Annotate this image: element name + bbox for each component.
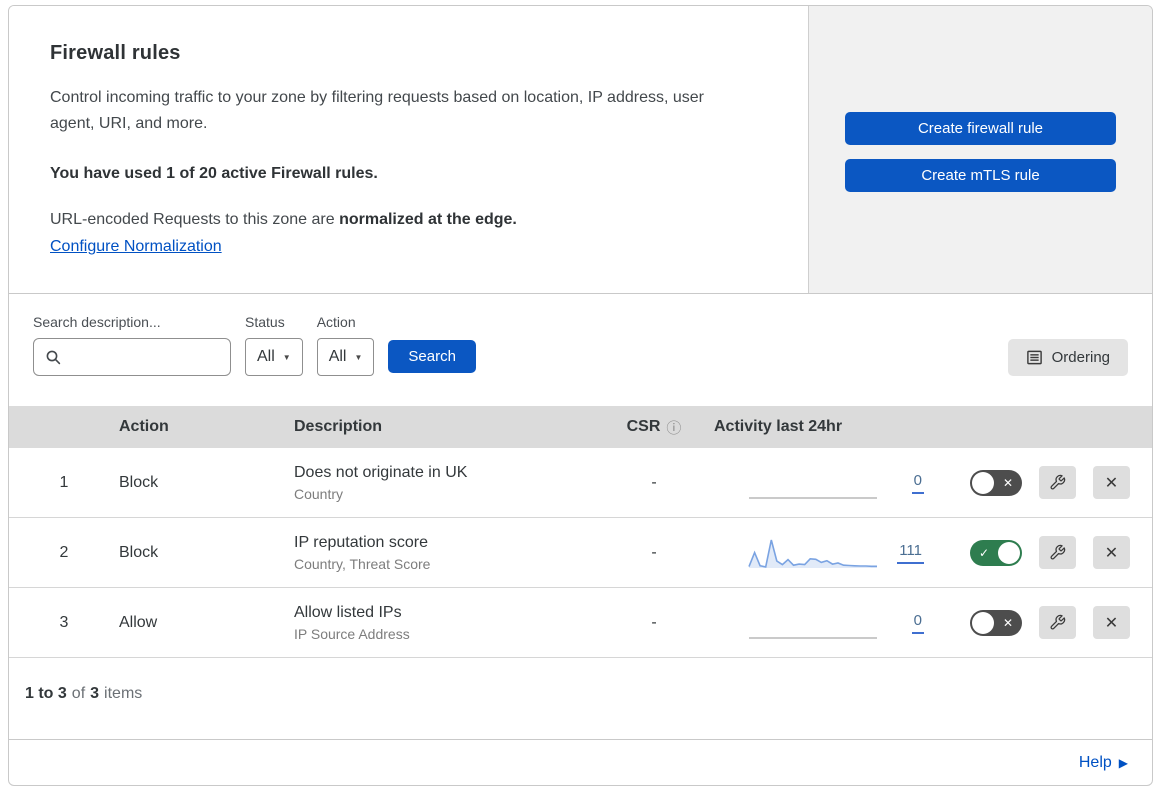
ordering-button[interactable]: Ordering <box>1007 339 1128 376</box>
wrench-icon <box>1050 474 1066 490</box>
search-label: Search description... <box>33 314 161 330</box>
rule-activity-cell: 0 <box>714 605 964 641</box>
status-dropdown[interactable]: All ▼ <box>245 338 303 376</box>
activity-count-link[interactable]: 0 <box>911 472 924 494</box>
rule-description-cell: Does not originate in UK Country <box>294 464 594 502</box>
filter-bar: Search description... Status All ▼ Actio… <box>9 294 1152 398</box>
rule-priority: 3 <box>59 613 69 631</box>
help-row: Help ▶ <box>9 739 1152 785</box>
rule-activity-cell: 111 <box>714 535 964 571</box>
table-body: 1 Block Does not originate in UK Country… <box>9 448 1152 658</box>
wrench-icon <box>1050 614 1066 630</box>
activity-count-link[interactable]: 111 <box>897 542 924 564</box>
search-button[interactable]: Search <box>388 340 476 373</box>
activity-count-link[interactable]: 0 <box>911 612 924 634</box>
pagination-range: 1 to 3 <box>25 685 67 702</box>
rule-controls: ✓ ✕ ✕ <box>964 606 1152 639</box>
table-row: 3 Allow Allow listed IPs IP Source Addre… <box>9 588 1152 658</box>
normalization-note: URL-encoded Requests to this zone are no… <box>50 210 517 228</box>
edit-rule-button[interactable] <box>1039 536 1076 569</box>
delete-rule-button[interactable]: ✕ <box>1093 606 1130 639</box>
search-icon <box>46 350 61 365</box>
help-link[interactable]: Help ▶ <box>1079 754 1128 772</box>
activity-sparkline <box>749 496 877 499</box>
edit-rule-button[interactable] <box>1039 606 1076 639</box>
delete-rule-button[interactable]: ✕ <box>1093 536 1130 569</box>
toggle-knob <box>972 471 994 494</box>
rule-csr-value: - <box>651 613 657 631</box>
pagination-total: 3 <box>90 685 100 702</box>
info-icon[interactable]: ⓘ <box>666 417 681 438</box>
rule-description-title: IP reputation score <box>294 533 429 551</box>
toggle-knob <box>998 541 1020 564</box>
action-dropdown[interactable]: All ▼ <box>316 338 375 376</box>
rule-controls: ✓ ✕ ✕ <box>964 536 1152 569</box>
header-section: Firewall rules Control incoming traffic … <box>9 6 1152 294</box>
delete-icon: ✕ <box>1104 474 1119 492</box>
header-text-block: Firewall rules Control incoming traffic … <box>9 6 808 293</box>
search-group: Search description... <box>33 314 231 376</box>
page-description: Control incoming traffic to your zone by… <box>50 89 704 132</box>
rule-match-fields: Country <box>294 485 344 502</box>
ordering-icon <box>1026 350 1042 365</box>
wrench-icon <box>1050 544 1066 560</box>
delete-icon: ✕ <box>1104 614 1119 632</box>
activity-sparkline <box>749 636 877 639</box>
delete-rule-button[interactable]: ✕ <box>1093 466 1130 499</box>
rule-enabled-toggle[interactable]: ✓ ✕ <box>970 539 1022 566</box>
create-firewall-rule-button[interactable]: Create firewall rule <box>845 112 1116 145</box>
rule-activity-cell: 0 <box>714 465 964 501</box>
toggle-knob <box>972 611 994 634</box>
rule-priority: 1 <box>59 473 69 491</box>
edit-rule-button[interactable] <box>1039 466 1076 499</box>
status-filter-group: Status All ▼ <box>245 314 303 376</box>
rule-action: Block <box>119 543 159 561</box>
help-arrow-icon: ▶ <box>1118 756 1128 770</box>
column-description: Description <box>294 418 383 435</box>
ordering-button-label: Ordering <box>1051 349 1110 366</box>
rule-priority: 2 <box>59 543 69 561</box>
column-action: Action <box>119 418 169 435</box>
column-csr: CSR ⓘ <box>626 417 682 438</box>
chevron-down-icon: ▼ <box>354 353 363 362</box>
table-row: 2 Block IP reputation score Country, Thr… <box>9 518 1152 588</box>
rule-match-fields: Country, Threat Score <box>294 555 431 572</box>
rule-description-title: Does not originate in UK <box>294 463 468 481</box>
chevron-down-icon: ▼ <box>282 353 291 362</box>
firewall-rules-panel: Firewall rules Control incoming traffic … <box>8 5 1153 786</box>
rule-description-cell: Allow listed IPs IP Source Address <box>294 604 594 642</box>
toggle-check-icon: ✓ <box>979 545 990 560</box>
page-title: Firewall rules <box>50 42 181 64</box>
table-header: Action Description CSR ⓘ Activity last 2… <box>9 406 1152 448</box>
action-label: Action <box>316 314 356 330</box>
rule-csr-value: - <box>651 473 657 491</box>
rule-action: Allow <box>119 613 158 631</box>
actions-panel: Create firewall rule Create mTLS rule <box>808 6 1152 293</box>
rule-action: Block <box>119 473 159 491</box>
rule-enabled-toggle[interactable]: ✓ ✕ <box>970 469 1022 496</box>
usage-note: You have used 1 of 20 active Firewall ru… <box>50 164 378 182</box>
rule-description-cell: IP reputation score Country, Threat Scor… <box>294 534 594 572</box>
status-label: Status <box>245 314 285 330</box>
create-mtls-rule-button[interactable]: Create mTLS rule <box>845 159 1116 192</box>
pagination-summary: 1 to 3 of 3 items <box>25 685 143 702</box>
rule-csr-value: - <box>651 543 657 561</box>
toggle-cross-icon: ✕ <box>1002 475 1013 490</box>
rule-match-fields: IP Source Address <box>294 625 410 642</box>
configure-normalization-link[interactable]: Configure Normalization <box>50 238 222 256</box>
action-dropdown-value: All <box>328 348 347 365</box>
activity-sparkline <box>748 539 877 568</box>
table-row: 1 Block Does not originate in UK Country… <box>9 448 1152 518</box>
rule-description-title: Allow listed IPs <box>294 603 402 621</box>
rule-enabled-toggle[interactable]: ✓ ✕ <box>970 609 1022 636</box>
column-activity: Activity last 24hr <box>714 418 843 435</box>
toggle-cross-icon: ✕ <box>1002 615 1013 630</box>
status-dropdown-value: All <box>257 348 275 365</box>
search-description-input[interactable] <box>33 338 231 376</box>
action-filter-group: Action All ▼ <box>316 314 375 376</box>
delete-icon: ✕ <box>1104 544 1119 562</box>
rule-controls: ✓ ✕ ✕ <box>964 466 1152 499</box>
